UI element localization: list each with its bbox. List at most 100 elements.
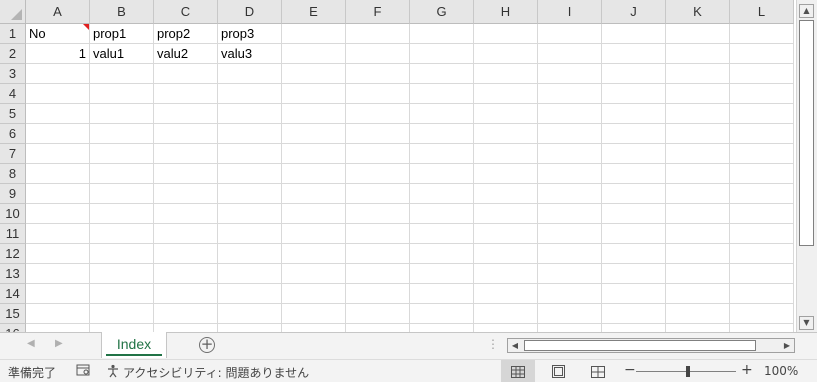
cell-e16[interactable]: [282, 324, 346, 332]
cell-b2[interactable]: valu1: [90, 44, 154, 64]
cell-h1[interactable]: [474, 24, 538, 44]
cell-h15[interactable]: [474, 304, 538, 324]
cell-d13[interactable]: [218, 264, 282, 284]
cell-b7[interactable]: [90, 144, 154, 164]
add-sheet-icon[interactable]: +: [199, 337, 215, 353]
row-header-3[interactable]: 3: [0, 64, 26, 84]
cell-b14[interactable]: [90, 284, 154, 304]
cell-g11[interactable]: [410, 224, 474, 244]
cell-b13[interactable]: [90, 264, 154, 284]
cell-k7[interactable]: [666, 144, 730, 164]
cell-c2[interactable]: valu2: [154, 44, 218, 64]
cell-l3[interactable]: [730, 64, 794, 84]
column-header-g[interactable]: G: [410, 0, 474, 24]
zoom-level[interactable]: 100%: [764, 364, 798, 378]
cell-d7[interactable]: [218, 144, 282, 164]
cell-j11[interactable]: [602, 224, 666, 244]
cell-j5[interactable]: [602, 104, 666, 124]
row-header-5[interactable]: 5: [0, 104, 26, 124]
cell-h16[interactable]: [474, 324, 538, 332]
cell-a12[interactable]: [26, 244, 90, 264]
cell-l7[interactable]: [730, 144, 794, 164]
row-header-7[interactable]: 7: [0, 144, 26, 164]
cell-l10[interactable]: [730, 204, 794, 224]
cell-j8[interactable]: [602, 164, 666, 184]
cell-b3[interactable]: [90, 64, 154, 84]
cell-i9[interactable]: [538, 184, 602, 204]
cell-h6[interactable]: [474, 124, 538, 144]
select-all-button[interactable]: [0, 0, 26, 24]
cell-e15[interactable]: [282, 304, 346, 324]
cell-k9[interactable]: [666, 184, 730, 204]
cell-c6[interactable]: [154, 124, 218, 144]
cell-b10[interactable]: [90, 204, 154, 224]
cell-b12[interactable]: [90, 244, 154, 264]
cell-e7[interactable]: [282, 144, 346, 164]
normal-view-button[interactable]: [501, 360, 535, 382]
cell-l12[interactable]: [730, 244, 794, 264]
cell-h9[interactable]: [474, 184, 538, 204]
cell-c7[interactable]: [154, 144, 218, 164]
cell-i7[interactable]: [538, 144, 602, 164]
cell-g5[interactable]: [410, 104, 474, 124]
cell-i3[interactable]: [538, 64, 602, 84]
cell-l8[interactable]: [730, 164, 794, 184]
cell-l16[interactable]: [730, 324, 794, 332]
scroll-left-icon[interactable]: ◀: [508, 339, 522, 352]
cell-a5[interactable]: [26, 104, 90, 124]
cell-d10[interactable]: [218, 204, 282, 224]
cell-d6[interactable]: [218, 124, 282, 144]
cell-e8[interactable]: [282, 164, 346, 184]
cell-i4[interactable]: [538, 84, 602, 104]
cell-e6[interactable]: [282, 124, 346, 144]
cell-k11[interactable]: [666, 224, 730, 244]
column-header-h[interactable]: H: [474, 0, 538, 24]
scroll-up-icon[interactable]: ▲: [799, 4, 814, 18]
cell-i1[interactable]: [538, 24, 602, 44]
cell-d15[interactable]: [218, 304, 282, 324]
cell-c13[interactable]: [154, 264, 218, 284]
row-header-1[interactable]: 1: [0, 24, 26, 44]
column-header-l[interactable]: L: [730, 0, 794, 24]
cell-l15[interactable]: [730, 304, 794, 324]
cell-b1[interactable]: prop1: [90, 24, 154, 44]
cell-k12[interactable]: [666, 244, 730, 264]
row-header-4[interactable]: 4: [0, 84, 26, 104]
cell-l11[interactable]: [730, 224, 794, 244]
cell-k6[interactable]: [666, 124, 730, 144]
cell-d1[interactable]: prop3: [218, 24, 282, 44]
cell-k3[interactable]: [666, 64, 730, 84]
cell-a7[interactable]: [26, 144, 90, 164]
cell-b8[interactable]: [90, 164, 154, 184]
cell-j2[interactable]: [602, 44, 666, 64]
cell-k8[interactable]: [666, 164, 730, 184]
accessibility-icon[interactable]: [107, 364, 120, 381]
cell-f2[interactable]: [346, 44, 410, 64]
cell-j6[interactable]: [602, 124, 666, 144]
cell-a2[interactable]: 1: [26, 44, 90, 64]
cell-b5[interactable]: [90, 104, 154, 124]
column-header-d[interactable]: D: [218, 0, 282, 24]
sheet-next-icon[interactable]: ▶: [55, 338, 63, 349]
cell-i13[interactable]: [538, 264, 602, 284]
vertical-scrollbar[interactable]: ▲ ▼: [796, 0, 817, 332]
cell-j12[interactable]: [602, 244, 666, 264]
cell-a6[interactable]: [26, 124, 90, 144]
cell-k13[interactable]: [666, 264, 730, 284]
cell-c16[interactable]: [154, 324, 218, 332]
cell-e1[interactable]: [282, 24, 346, 44]
row-header-6[interactable]: 6: [0, 124, 26, 144]
cell-a10[interactable]: [26, 204, 90, 224]
page-layout-button[interactable]: [541, 360, 575, 382]
cell-g10[interactable]: [410, 204, 474, 224]
row-header-9[interactable]: 9: [0, 184, 26, 204]
cell-a13[interactable]: [26, 264, 90, 284]
cell-k1[interactable]: [666, 24, 730, 44]
cell-i12[interactable]: [538, 244, 602, 264]
row-header-8[interactable]: 8: [0, 164, 26, 184]
cell-k4[interactable]: [666, 84, 730, 104]
cell-c14[interactable]: [154, 284, 218, 304]
cell-l14[interactable]: [730, 284, 794, 304]
cell-d12[interactable]: [218, 244, 282, 264]
row-header-15[interactable]: 15: [0, 304, 26, 324]
